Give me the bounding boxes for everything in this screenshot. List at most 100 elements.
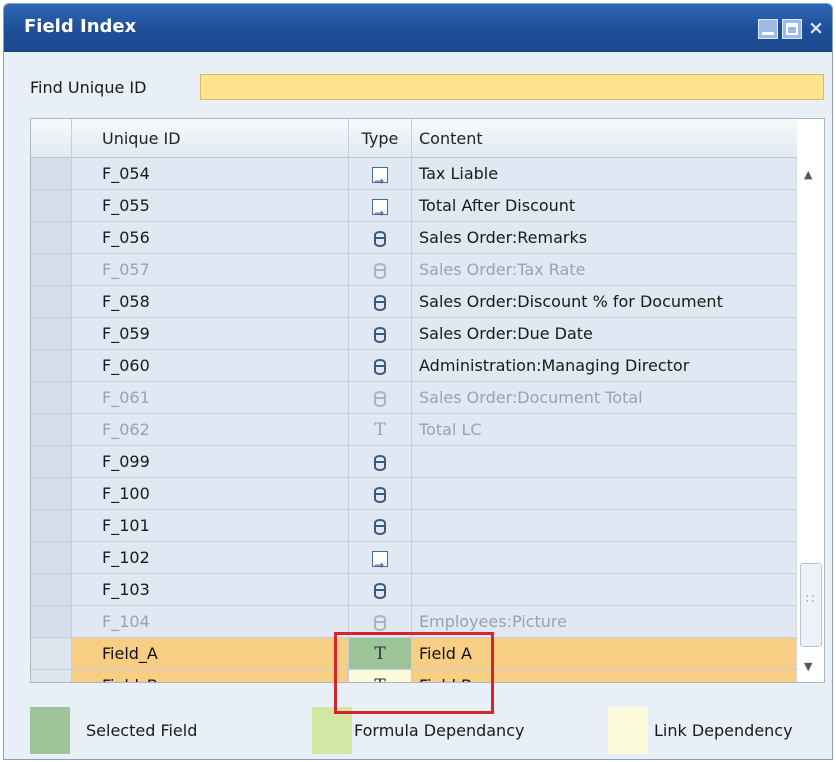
unique-id-cell[interactable]: F_100	[72, 478, 349, 509]
legend: Selected Field Formula Dependancy Link D…	[30, 707, 825, 754]
unique-id-column-header[interactable]: Unique ID	[72, 119, 349, 158]
content-cell[interactable]: Sales Order:Due Date	[412, 318, 797, 349]
table-row[interactable]: F_058 Sales Order:Discount % for Document	[31, 286, 797, 318]
content-cell[interactable]: Tax Liable	[412, 158, 797, 189]
table-row[interactable]: F_060 Administration:Managing Director	[31, 350, 797, 382]
type-cell	[349, 350, 412, 381]
type-cell	[349, 542, 412, 581]
row-selector[interactable]	[31, 190, 72, 221]
row-selector[interactable]	[31, 638, 72, 669]
scroll-thumb[interactable]	[800, 563, 822, 647]
row-selector[interactable]	[31, 158, 72, 189]
table-row[interactable]: F_056 Sales Order:Remarks	[31, 222, 797, 254]
row-selector[interactable]	[31, 414, 72, 445]
unique-id-cell[interactable]: F_059	[72, 318, 349, 349]
link-dependency-swatch	[608, 707, 648, 754]
table-row[interactable]: F_059 Sales Order:Due Date	[31, 318, 797, 350]
table-row[interactable]: F_062 T Total LC	[31, 414, 797, 446]
content-cell[interactable]	[412, 446, 797, 477]
window-title: Field Index	[24, 16, 137, 37]
close-button[interactable]: ×	[806, 19, 826, 39]
row-selector[interactable]	[31, 254, 72, 285]
content-cell[interactable]	[412, 510, 797, 541]
content-cell[interactable]: Administration:Managing Director	[412, 350, 797, 381]
content-cell[interactable]: Sales Order:Tax Rate	[412, 254, 797, 285]
type-cell	[349, 254, 412, 285]
scroll-up-icon[interactable]: ▲	[804, 168, 812, 181]
link-icon	[372, 165, 388, 197]
unique-id-cell[interactable]: F_054	[72, 158, 349, 189]
type-cell	[349, 222, 412, 253]
row-selector[interactable]	[31, 286, 72, 317]
content-cell[interactable]: Total LC	[412, 414, 797, 445]
table-row[interactable]: F_055 Total After Discount	[31, 190, 797, 229]
row-selector[interactable]	[31, 670, 72, 682]
unique-id-cell[interactable]: F_101	[72, 510, 349, 541]
row-selector[interactable]	[31, 318, 72, 349]
unique-id-cell[interactable]: F_058	[72, 286, 349, 317]
type-cell	[349, 510, 412, 541]
content-cell[interactable]: Sales Order:Document Total	[412, 382, 797, 413]
table-row[interactable]: F_100	[31, 478, 797, 510]
unique-id-cell[interactable]: F_102	[72, 542, 349, 573]
link-icon	[372, 197, 388, 229]
unique-id-cell[interactable]: F_062	[72, 414, 349, 445]
legend-selected-field: Selected Field	[30, 707, 300, 754]
type-cell	[349, 286, 412, 317]
row-selector[interactable]	[31, 478, 72, 509]
content-cell[interactable]: Total After Discount	[412, 190, 797, 221]
unique-id-cell[interactable]: F_055	[72, 190, 349, 221]
type-cell	[349, 190, 412, 229]
type-cell	[349, 574, 412, 605]
grid-rows: F_054 Tax Liable F_055 Total After Discount…	[31, 158, 797, 682]
table-row[interactable]: F_057 Sales Order:Tax Rate	[31, 254, 797, 286]
minimize-button[interactable]	[758, 19, 778, 39]
type-cell	[349, 478, 412, 509]
row-selector[interactable]	[31, 382, 72, 413]
table-row[interactable]: F_099	[31, 446, 797, 478]
content-cell[interactable]: Sales Order:Discount % for Document	[412, 286, 797, 317]
row-selector[interactable]	[31, 446, 72, 477]
table-row[interactable]: F_101	[31, 510, 797, 542]
maximize-button[interactable]	[782, 19, 802, 39]
scroll-down-icon[interactable]: ▼	[804, 660, 812, 673]
unique-id-cell[interactable]: F_099	[72, 446, 349, 477]
link-icon	[372, 549, 388, 581]
unique-id-cell[interactable]: Field_B	[72, 670, 349, 682]
table-row[interactable]: F_061 Sales Order:Document Total	[31, 382, 797, 414]
unique-id-cell[interactable]: Field_A	[72, 638, 349, 669]
unique-id-cell[interactable]: F_104	[72, 606, 349, 637]
title-bar[interactable]: Field Index ×	[4, 4, 832, 52]
content-cell[interactable]	[412, 574, 797, 605]
row-selector[interactable]	[31, 222, 72, 253]
find-unique-id-input[interactable]	[200, 74, 824, 100]
unique-id-cell[interactable]: F_057	[72, 254, 349, 285]
row-selector[interactable]	[31, 510, 72, 541]
table-row[interactable]: F_054 Tax Liable	[31, 158, 797, 197]
vertical-scrollbar[interactable]: ▲ ▼	[796, 158, 824, 682]
type-cell: T	[349, 414, 412, 445]
content-cell[interactable]: Sales Order:Remarks	[412, 222, 797, 253]
content-column-header[interactable]: Content	[412, 119, 797, 158]
formula-dependency-swatch	[312, 707, 352, 754]
row-selector[interactable]	[31, 574, 72, 605]
row-selector[interactable]	[31, 350, 72, 381]
unique-id-cell[interactable]: F_060	[72, 350, 349, 381]
content-cell[interactable]	[412, 542, 797, 573]
annotation-highlight-box	[334, 632, 494, 714]
content-cell[interactable]	[412, 478, 797, 509]
database-icon	[374, 486, 386, 503]
row-selector[interactable]	[31, 606, 72, 637]
table-row[interactable]: F_102	[31, 542, 797, 581]
unique-id-cell[interactable]: F_056	[72, 222, 349, 253]
database-icon	[374, 518, 386, 535]
table-row[interactable]: F_103	[31, 574, 797, 606]
database-icon	[374, 358, 386, 375]
row-selector[interactable]	[31, 542, 72, 573]
unique-id-cell[interactable]: F_061	[72, 382, 349, 413]
text-icon: T	[374, 420, 386, 440]
type-cell	[349, 446, 412, 477]
type-column-header[interactable]: Type	[349, 119, 412, 158]
unique-id-cell[interactable]: F_103	[72, 574, 349, 605]
row-selector-header[interactable]	[31, 119, 72, 158]
